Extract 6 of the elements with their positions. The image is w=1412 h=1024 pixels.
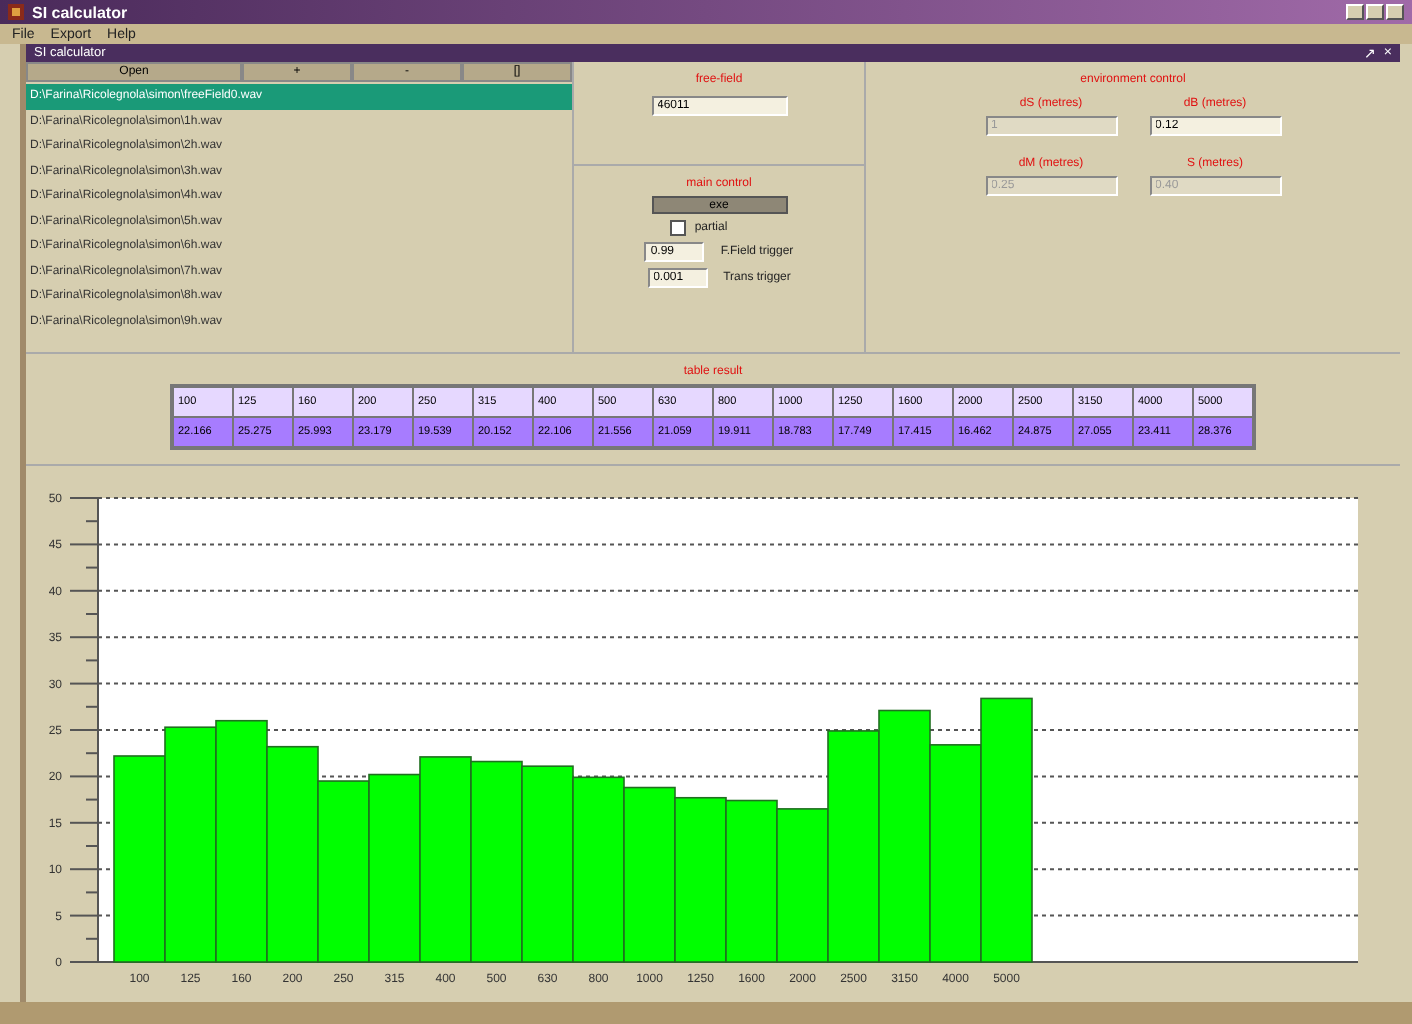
minimize-button[interactable]: [1346, 4, 1364, 20]
app-icon: [8, 4, 24, 20]
maximize-button[interactable]: [1366, 4, 1384, 20]
partial-checkbox[interactable]: [670, 220, 687, 236]
close-button[interactable]: [1386, 4, 1404, 20]
window-title: SI calculator: [32, 3, 130, 21]
